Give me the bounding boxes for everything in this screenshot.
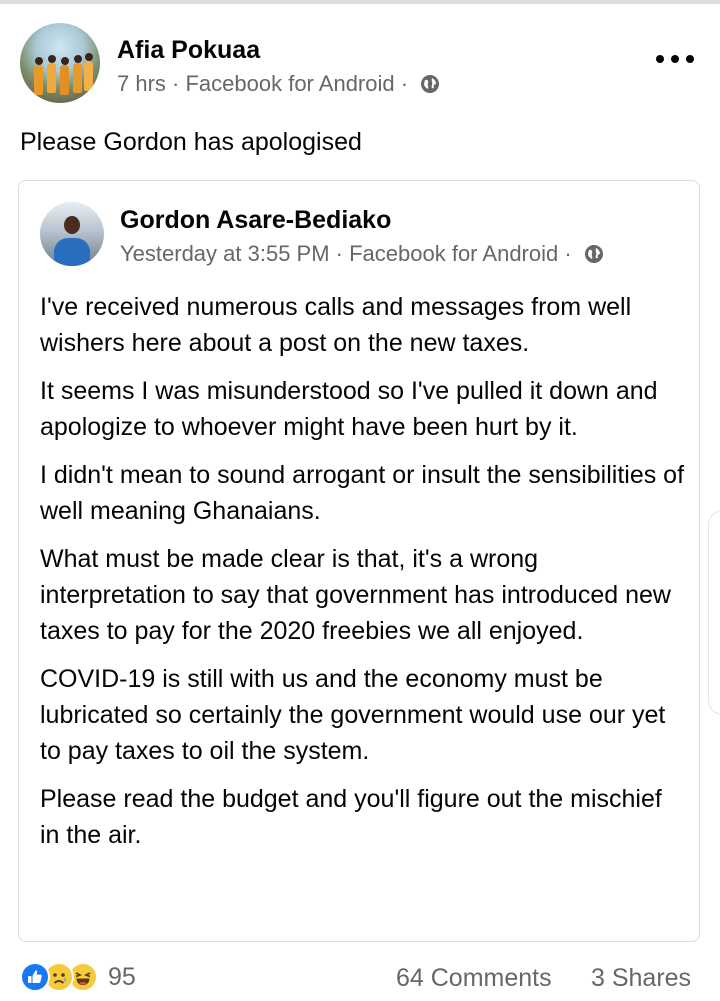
top-divider	[0, 0, 720, 4]
shared-post-time[interactable]: Yesterday at 3:55 PM	[120, 241, 330, 267]
reactions-summary[interactable]: 95	[20, 962, 136, 992]
meta-separator: ·	[165, 71, 186, 96]
post-source: Facebook for Android	[185, 71, 395, 96]
author-name[interactable]: Afia Pokuaa	[117, 36, 260, 65]
post-meta: 7 hrs · Facebook for Android ·	[117, 71, 440, 97]
shared-paragraph: Please read the budget and you'll figure…	[40, 785, 662, 849]
shared-paragraph: I didn't mean to sound arrogant or insul…	[40, 461, 685, 525]
post-text: Please Gordon has apologised	[20, 128, 362, 156]
meta-separator: ·	[558, 241, 578, 266]
shared-post-meta: Yesterday at 3:55 PM · Facebook for Andr…	[120, 241, 604, 267]
comments-link[interactable]: 64 Comments	[396, 964, 552, 993]
more-options-icon[interactable]	[656, 50, 694, 68]
meta-separator: ·	[329, 241, 350, 266]
shared-paragraph: COVID-19 is still with us and the econom…	[40, 665, 666, 765]
shared-paragraph: I've received numerous calls and message…	[40, 293, 632, 357]
shared-post-body: I've received numerous calls and message…	[40, 289, 688, 865]
meta-separator: ·	[394, 71, 415, 96]
shared-author-name[interactable]: Gordon Asare-Bediako	[120, 206, 391, 235]
like-icon	[20, 962, 50, 992]
shared-paragraph: What must be made clear is that, it's a …	[40, 545, 671, 645]
shares-link[interactable]: 3 Shares	[591, 964, 691, 993]
shared-author-avatar[interactable]	[40, 202, 104, 266]
reaction-count: 95	[108, 962, 136, 991]
shared-post-source: Facebook for Android	[349, 241, 559, 266]
author-avatar[interactable]	[20, 23, 100, 103]
shared-paragraph: It seems I was misunderstood so I've pul…	[40, 377, 658, 441]
side-panel-edge	[708, 510, 720, 715]
globe-icon	[420, 74, 440, 94]
globe-icon	[584, 244, 604, 264]
post-time[interactable]: 7 hrs	[117, 71, 166, 97]
